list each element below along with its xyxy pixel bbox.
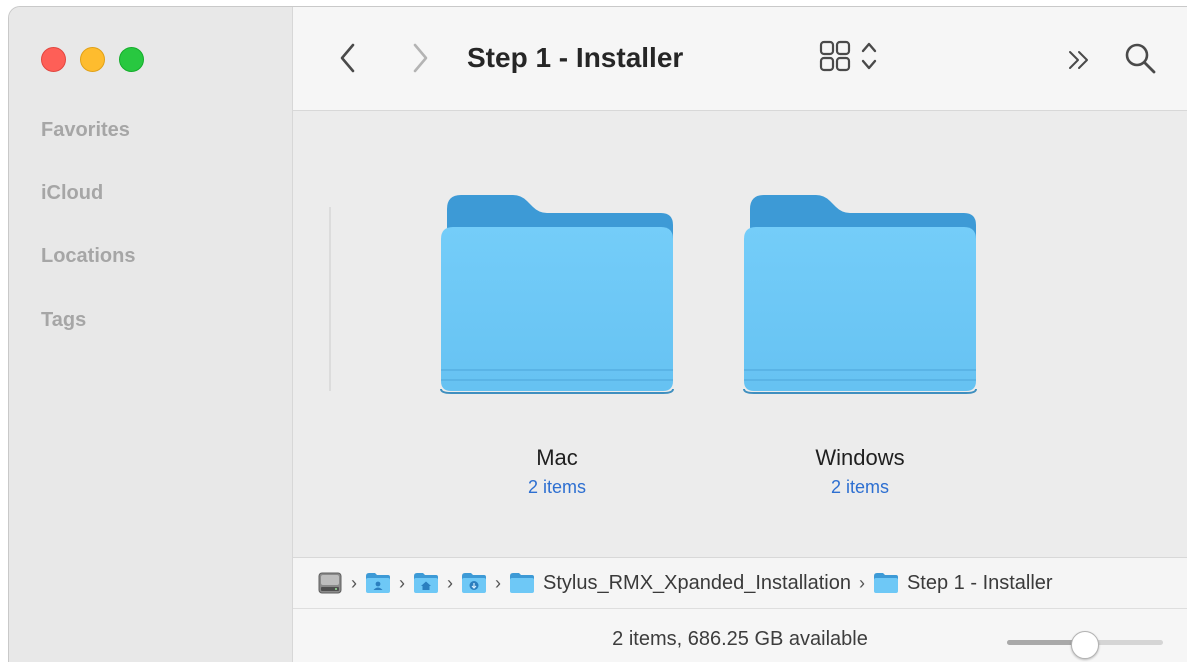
path-crumb-installation-folder[interactable]: Stylus_RMX_Xpanded_Installation	[509, 572, 851, 595]
divider	[329, 207, 331, 391]
folder-icon	[873, 573, 898, 593]
folder-icon	[440, 195, 674, 394]
folder-icon	[510, 573, 534, 593]
folder-item-count: 2 items	[830, 477, 890, 497]
user-folder-icon	[366, 573, 390, 593]
close-button[interactable]	[41, 47, 66, 72]
folder-item-windows[interactable]: Windows 2 items	[735, 193, 985, 503]
status-bar: 2 items, 686.25 GB available	[293, 609, 1187, 662]
path-crumb-label: Stylus_RMX_Xpanded_Installation	[543, 571, 851, 594]
sidebar-section-favorites[interactable]: Favorites	[41, 119, 130, 142]
sidebar-section-icloud[interactable]: iCloud	[41, 182, 103, 205]
path-crumb-current-folder[interactable]: Step 1 - Installer	[873, 572, 1053, 595]
path-crumb-downloads[interactable]	[461, 572, 487, 594]
icon-grid-view-icon	[819, 40, 877, 72]
path-crumb-label: Step 1 - Installer	[906, 571, 1053, 594]
path-crumb-drive[interactable]	[317, 570, 343, 596]
window-controls	[41, 47, 144, 72]
folder-icon	[743, 195, 977, 394]
folder-name: Windows	[815, 445, 905, 470]
sidebar-section-tags[interactable]: Tags	[41, 309, 86, 332]
double-chevron-right-icon	[1069, 51, 1088, 69]
home-folder-icon	[414, 573, 438, 593]
forward-button[interactable]	[403, 39, 437, 77]
maximize-button[interactable]	[119, 47, 144, 72]
path-separator: ›	[399, 572, 405, 593]
search-icon	[1125, 43, 1156, 74]
path-separator: ›	[858, 572, 865, 593]
view-mode-button[interactable]	[819, 37, 889, 77]
path-crumb-user[interactable]	[365, 572, 391, 594]
slider-thumb[interactable]	[1071, 631, 1099, 659]
path-separator: ›	[495, 572, 501, 593]
folder-name: Mac	[536, 445, 578, 470]
downloads-folder-icon	[462, 573, 486, 593]
minimize-button[interactable]	[80, 47, 105, 72]
sidebar-section-locations[interactable]: Locations	[41, 245, 135, 268]
folder-item-count: 2 items	[527, 477, 587, 497]
path-separator: ›	[351, 572, 357, 593]
path-crumb-home[interactable]	[413, 572, 439, 594]
chevron-right-icon	[413, 43, 428, 73]
path-separator: ›	[447, 572, 453, 593]
sidebar: Favorites iCloud Locations Tags	[9, 7, 293, 662]
icon-size-slider[interactable]	[1007, 631, 1165, 659]
window-title: Step 1 - Installer	[467, 42, 684, 73]
folder-item-mac[interactable]: Mac 2 items	[432, 193, 682, 503]
hard-drive-icon	[318, 572, 342, 594]
search-button[interactable]	[1121, 39, 1161, 79]
chevron-left-icon	[340, 43, 355, 73]
finder-window: Favorites iCloud Locations Tags Step 1 -…	[8, 6, 1187, 662]
toolbar-overflow-button[interactable]	[1063, 43, 1097, 77]
back-button[interactable]	[331, 39, 365, 77]
path-bar: › › › › Stylus_RMX_Xpanded_Installation …	[293, 557, 1187, 609]
toolbar: Step 1 - Installer	[293, 7, 1187, 111]
file-grid: Mac 2 items Windows 2 items	[293, 111, 1187, 557]
